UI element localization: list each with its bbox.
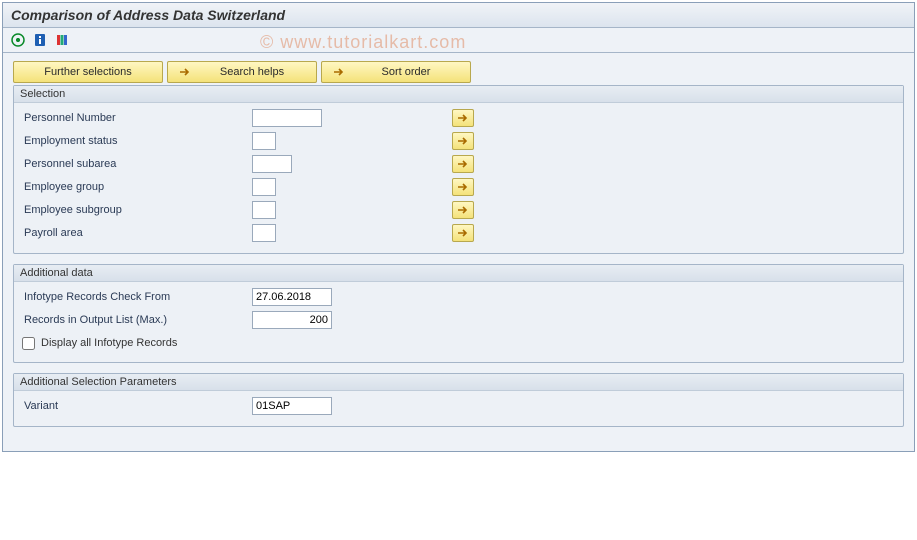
multiple-selection-button[interactable]: [452, 132, 474, 150]
multiple-selection-button[interactable]: [452, 201, 474, 219]
further-selections-button[interactable]: Further selections: [13, 61, 163, 83]
field-label: Payroll area: [22, 227, 252, 239]
variant-input[interactable]: [252, 397, 332, 415]
arrow-right-icon: [332, 65, 346, 79]
row-employee-group: Employee group: [22, 176, 895, 198]
row-variant: Variant: [22, 395, 895, 417]
top-button-row: Further selections Search helps Sort ord…: [13, 61, 904, 83]
button-label: Search helps: [198, 66, 306, 78]
employee-subgroup-input[interactable]: [252, 201, 276, 219]
multiple-selection-button[interactable]: [452, 224, 474, 242]
row-personnel-number: Personnel Number: [22, 107, 895, 129]
button-label: Sort order: [352, 66, 460, 78]
info-icon[interactable]: [31, 31, 49, 49]
employee-group-input[interactable]: [252, 178, 276, 196]
checkbox-label: Display all Infotype Records: [41, 337, 177, 349]
row-payroll-area: Payroll area: [22, 222, 895, 244]
execute-icon[interactable]: [9, 31, 27, 49]
payroll-area-input[interactable]: [252, 224, 276, 242]
page-title: Comparison of Address Data Switzerland: [3, 3, 914, 28]
row-max-records: Records in Output List (Max.): [22, 309, 895, 331]
row-check-from: Infotype Records Check From: [22, 286, 895, 308]
field-label: Employment status: [22, 135, 252, 147]
check-from-input[interactable]: [252, 288, 332, 306]
personnel-subarea-input[interactable]: [252, 155, 292, 173]
employment-status-input[interactable]: [252, 132, 276, 150]
row-personnel-subarea: Personnel subarea: [22, 153, 895, 175]
arrow-right-icon: [178, 65, 192, 79]
group-header: Additional Selection Parameters: [14, 374, 903, 391]
multiple-selection-button[interactable]: [452, 155, 474, 173]
max-records-input[interactable]: [252, 311, 332, 329]
group-header: Additional data: [14, 265, 903, 282]
multiple-selection-button[interactable]: [452, 109, 474, 127]
selection-group: Selection Personnel Number Employment st…: [13, 85, 904, 254]
field-label: Records in Output List (Max.): [22, 314, 252, 326]
field-label: Personnel Number: [22, 112, 252, 124]
field-label: Infotype Records Check From: [22, 291, 252, 303]
sort-order-button[interactable]: Sort order: [321, 61, 471, 83]
color-legend-icon[interactable]: [53, 31, 71, 49]
search-helps-button[interactable]: Search helps: [167, 61, 317, 83]
row-employment-status: Employment status: [22, 130, 895, 152]
selection-params-group: Additional Selection Parameters Variant: [13, 373, 904, 427]
group-header: Selection: [14, 86, 903, 103]
additional-data-group: Additional data Infotype Records Check F…: [13, 264, 904, 363]
multiple-selection-button[interactable]: [452, 178, 474, 196]
field-label: Personnel subarea: [22, 158, 252, 170]
display-all-checkbox[interactable]: [22, 337, 35, 350]
field-label: Variant: [22, 400, 252, 412]
field-label: Employee group: [22, 181, 252, 193]
personnel-number-input[interactable]: [252, 109, 322, 127]
button-label: Further selections: [24, 66, 152, 78]
app-toolbar: [3, 28, 914, 53]
field-label: Employee subgroup: [22, 204, 252, 216]
row-display-all: Display all Infotype Records: [22, 332, 895, 354]
row-employee-subgroup: Employee subgroup: [22, 199, 895, 221]
